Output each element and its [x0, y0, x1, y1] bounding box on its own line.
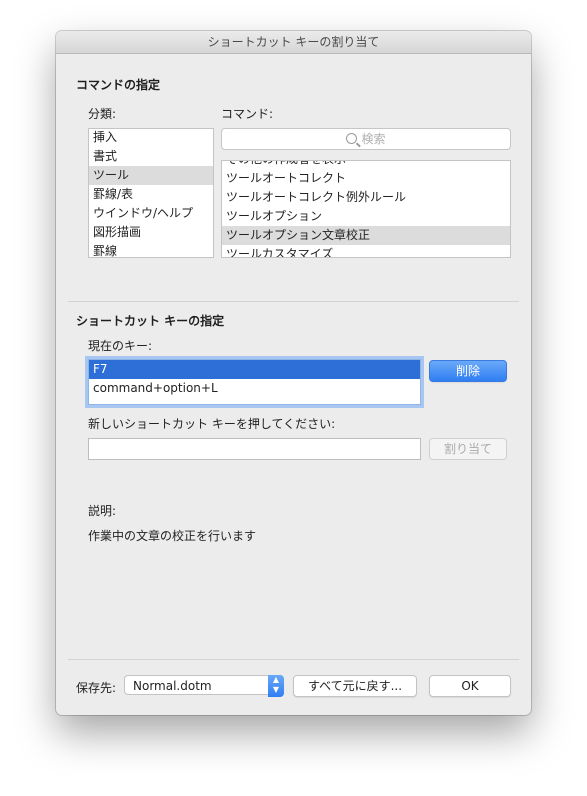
delete-button[interactable]: 削除	[429, 360, 507, 382]
category-item[interactable]: ウインドウ/ヘルプ	[89, 204, 213, 223]
assign-button[interactable]: 割り当て	[429, 438, 507, 460]
commands-list[interactable]: その他の作成者を表示 ツールオートコレクト ツールオートコレクト例外ルール ツー…	[221, 160, 511, 258]
ok-button[interactable]: OK	[429, 675, 511, 697]
search-placeholder: 検索	[361, 132, 386, 146]
command-item[interactable]: ツールオプション	[222, 207, 510, 226]
categories-label: 分類:	[88, 107, 117, 121]
command-item[interactable]: その他の作成者を表示	[222, 161, 510, 169]
command-section-title: コマンドの指定	[76, 78, 161, 92]
commands-label: コマンド:	[221, 107, 274, 121]
current-key-item[interactable]: command+option+L	[89, 379, 420, 398]
dialog-window: ショートカット キーの割り当て コマンドの指定 分類: コマンド: 挿入 書式 …	[56, 31, 531, 715]
command-item[interactable]: ツールオートコレクト例外ルール	[222, 188, 510, 207]
category-item[interactable]: 挿入	[89, 129, 213, 147]
reset-all-button[interactable]: すべて元に戻す...	[293, 675, 417, 697]
current-keys-label: 現在のキー:	[88, 339, 153, 353]
save-in-value: Normal.dotm	[133, 679, 212, 693]
current-key-item-selected[interactable]: F7	[89, 360, 420, 379]
categories-list[interactable]: 挿入 書式 ツール 罫線/表 ウインドウ/ヘルプ 図形描画 罫線	[88, 128, 214, 258]
shortcut-section-title: ショートカット キーの指定	[76, 314, 225, 328]
category-item[interactable]: 図形描画	[89, 223, 213, 242]
category-item[interactable]: 罫線/表	[89, 185, 213, 204]
window-title: ショートカット キーの割り当て	[56, 31, 531, 54]
category-item[interactable]: 罫線	[89, 242, 213, 257]
category-item-selected[interactable]: ツール	[89, 166, 213, 185]
search-icon	[346, 133, 358, 144]
chevron-updown-icon[interactable]: ▲ ▼	[268, 675, 284, 697]
section-divider	[68, 301, 519, 302]
new-shortcut-key-input[interactable]	[88, 438, 421, 460]
command-search-input[interactable]: 検索	[221, 128, 511, 150]
command-item[interactable]: ツールオートコレクト	[222, 169, 510, 188]
command-item-selected[interactable]: ツールオプション文章校正	[222, 226, 510, 245]
save-in-label: 保存先:	[76, 681, 117, 695]
footer-divider	[68, 659, 519, 660]
command-item[interactable]: ツールカスタマイズ	[222, 245, 510, 257]
description-label: 説明:	[88, 504, 117, 518]
current-keys-list[interactable]: F7 command+option+L	[88, 359, 421, 405]
category-item[interactable]: 書式	[89, 147, 213, 166]
save-in-select[interactable]: Normal.dotm ▲ ▼	[124, 675, 284, 697]
description-text: 作業中の文章の校正を行います	[88, 529, 257, 543]
new-key-label: 新しいショートカット キーを押してください:	[88, 417, 336, 431]
